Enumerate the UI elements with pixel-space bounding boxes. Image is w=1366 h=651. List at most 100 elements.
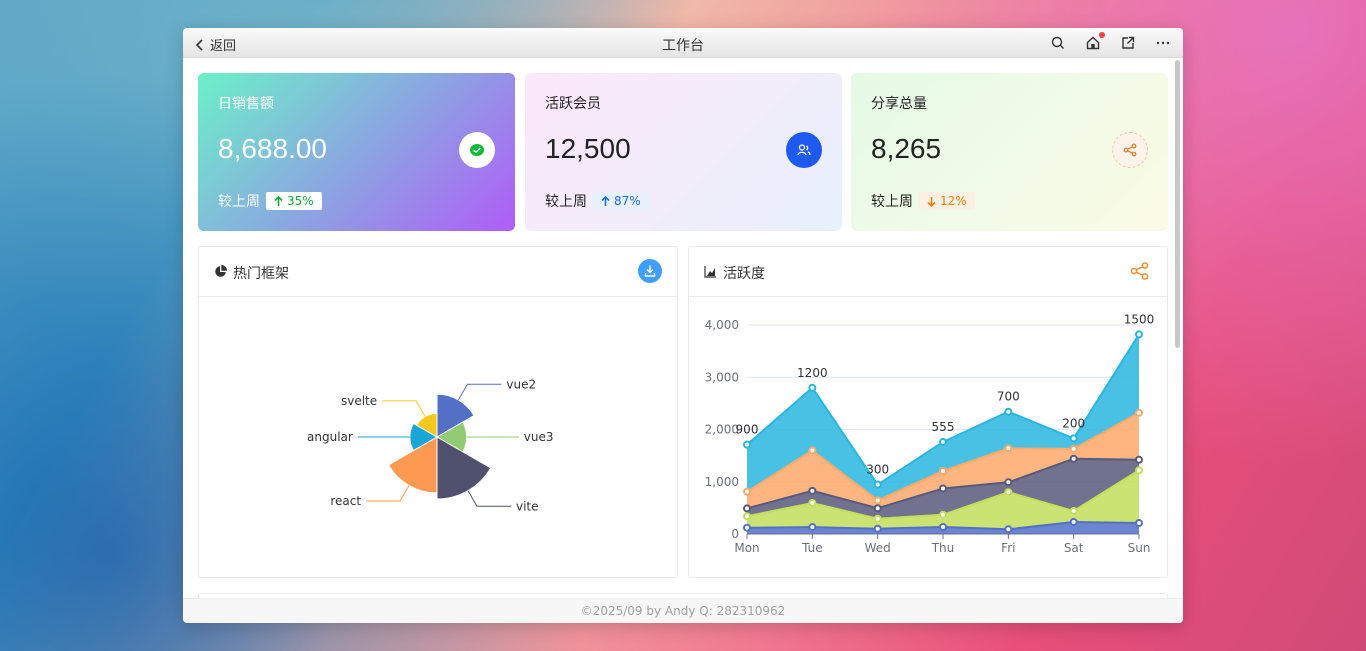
data-point[interactable] <box>1004 444 1013 453</box>
panel-activity: 活跃度 0 1,000 2,000 3,000 4,000 900 1200 300 555 70… <box>688 246 1168 578</box>
data-point[interactable] <box>743 440 751 449</box>
x-tick-label: Sat <box>1064 541 1084 555</box>
change-value: 35% <box>287 194 314 208</box>
x-tick-label: Sun <box>1128 541 1151 555</box>
stat-card-members: 活跃会员 12,500 较上周 87% <box>525 73 842 231</box>
pie-label: vue2 <box>506 377 536 391</box>
data-point[interactable] <box>939 510 947 519</box>
more-icon <box>1156 41 1170 45</box>
data-point[interactable] <box>808 383 817 392</box>
dashboard-content: 日销售额 8,688.00 较上周 35% 活跃会员 12,500 较上周 87… <box>183 58 1175 603</box>
pie-label: svelte <box>341 394 377 408</box>
search-icon <box>1051 36 1064 49</box>
x-tick-label: Wed <box>865 541 891 555</box>
data-point[interactable] <box>743 523 751 532</box>
pie-label-line <box>457 383 502 401</box>
data-point[interactable] <box>1069 434 1078 443</box>
pie-label-line <box>382 400 426 417</box>
y-tick-label: 4,000 <box>705 318 739 332</box>
pie-label-line <box>366 485 410 502</box>
compare-label: 较上周 <box>545 194 587 210</box>
data-label: 1200 <box>797 366 828 380</box>
data-point[interactable] <box>1069 517 1078 526</box>
title-bar: 返回 工作台 <box>183 28 1183 58</box>
data-point[interactable] <box>873 480 882 489</box>
stat-card-shares: 分享总量 8,265 较上周 12% <box>851 73 1168 231</box>
data-point[interactable] <box>873 514 882 523</box>
share-button[interactable] <box>1128 259 1152 283</box>
pie-label: angular <box>307 430 353 444</box>
x-tick-label: Tue <box>801 541 823 555</box>
search-button[interactable] <box>1050 35 1068 51</box>
data-point[interactable] <box>873 524 882 533</box>
data-point[interactable] <box>1135 408 1143 417</box>
stat-label: 活跃会员 <box>545 96 601 112</box>
x-tick-label: Mon <box>734 541 759 555</box>
stat-label: 分享总量 <box>871 96 927 112</box>
data-point[interactable] <box>743 487 751 496</box>
notification-dot <box>1099 32 1105 38</box>
y-tick-label: 2,000 <box>705 423 739 437</box>
compare-label: 较上周 <box>871 194 913 210</box>
share-icon <box>1130 262 1149 280</box>
data-label: 555 <box>932 420 955 434</box>
data-point[interactable] <box>1004 488 1013 497</box>
change-value: 12% <box>940 194 967 208</box>
data-label: 900 <box>736 423 759 437</box>
data-point[interactable] <box>808 486 817 495</box>
data-label: 300 <box>866 463 889 477</box>
panel-hot-frameworks: 热门框架 vue2 vue3 vite react angular svelte <box>198 246 678 578</box>
download-button[interactable] <box>638 259 662 283</box>
data-point[interactable] <box>939 522 947 531</box>
data-point[interactable] <box>1135 519 1143 528</box>
open-external-button[interactable] <box>1120 35 1138 51</box>
change-badge: 35% <box>266 192 322 210</box>
data-point[interactable] <box>1004 478 1013 487</box>
scrollbar[interactable] <box>1175 60 1180 348</box>
user-group-icon <box>786 132 822 168</box>
data-point[interactable] <box>873 496 882 505</box>
data-point[interactable] <box>743 512 751 521</box>
window-title: 工作台 <box>662 38 704 54</box>
pie-label: react <box>330 494 361 508</box>
stat-compare: 较上周 87% <box>545 191 649 211</box>
stat-compare: 较上周 12% <box>871 191 975 211</box>
data-point[interactable] <box>743 504 751 513</box>
stat-compare: 较上周 35% <box>218 191 322 211</box>
pie-label: vite <box>516 499 539 513</box>
panel-title: 活跃度 <box>723 266 765 282</box>
data-point[interactable] <box>808 523 817 532</box>
pie-chart-icon <box>215 265 227 277</box>
stat-label: 日销售额 <box>218 96 274 112</box>
wechat-icon <box>459 132 495 168</box>
arrow-up-icon <box>274 195 283 206</box>
arrow-up-icon <box>601 195 610 206</box>
data-point[interactable] <box>873 504 882 513</box>
data-point[interactable] <box>1135 455 1143 464</box>
data-point[interactable] <box>1004 407 1013 416</box>
change-value: 87% <box>614 194 641 208</box>
footer-copyright: ©2025/09 by Andy Q: 282310962 <box>183 598 1183 623</box>
home-button[interactable] <box>1085 32 1105 51</box>
more-button[interactable] <box>1155 35 1173 51</box>
home-icon <box>1086 36 1100 50</box>
compare-label: 较上周 <box>218 194 260 210</box>
data-point[interactable] <box>1069 444 1078 453</box>
data-point[interactable] <box>808 498 817 507</box>
data-point[interactable] <box>939 466 947 475</box>
data-point[interactable] <box>1069 454 1078 463</box>
data-point[interactable] <box>1135 330 1143 339</box>
data-point[interactable] <box>1069 507 1078 516</box>
app-window: 返回 工作台 日销售额 8,688.00 较上周 35% 活跃会员 12,500… <box>183 28 1183 623</box>
data-point[interactable] <box>1135 466 1143 475</box>
data-point[interactable] <box>939 484 947 493</box>
data-point[interactable] <box>939 437 947 446</box>
change-badge: 12% <box>919 192 975 210</box>
data-point[interactable] <box>1004 525 1013 534</box>
y-tick-label: 1,000 <box>705 475 739 489</box>
stat-value: 12,500 <box>545 133 631 164</box>
data-label: 200 <box>1062 416 1085 430</box>
data-point[interactable] <box>808 446 817 455</box>
change-badge: 87% <box>593 192 649 210</box>
pie-label: vue3 <box>524 430 554 444</box>
